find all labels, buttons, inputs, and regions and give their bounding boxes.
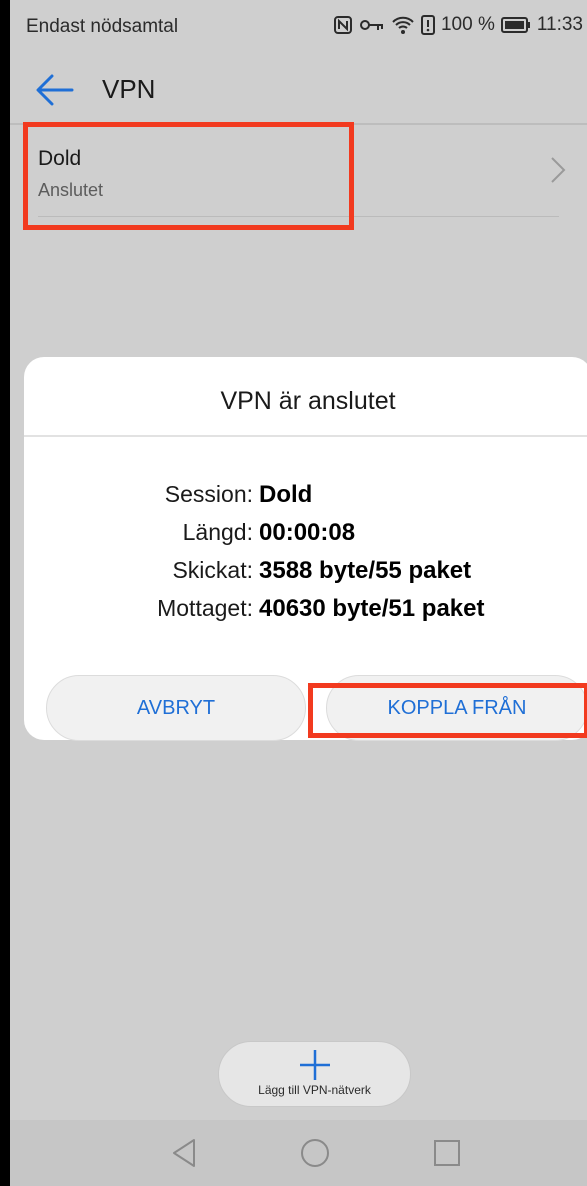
info-row-session: Session: Dold [24, 481, 587, 517]
sim-alert-icon [420, 15, 435, 35]
info-row-duration: Längd: 00:00:08 [24, 519, 587, 555]
vpn-key-icon [359, 20, 383, 30]
back-arrow-icon[interactable] [36, 72, 74, 108]
page-title: VPN [102, 74, 156, 104]
info-label: Mottaget: [157, 595, 253, 621]
nfc-icon [333, 16, 352, 34]
plus-icon [300, 1050, 330, 1080]
battery-icon [500, 17, 530, 33]
wifi-icon [392, 16, 414, 34]
highlight-box-vpn-item [23, 122, 354, 230]
info-row-sent: Skickat: 3588 byte/55 paket [24, 557, 587, 593]
dialog-divider [24, 435, 587, 437]
info-label: Skickat: [172, 557, 253, 583]
info-value: Dold [259, 481, 313, 508]
chevron-right-icon [551, 157, 566, 183]
phone-screen: Endast nödsamtal 100 % 11:33 VPN Dold An… [10, 0, 587, 1186]
navigation-bar [10, 1120, 587, 1186]
info-label: Längd: [182, 519, 253, 545]
clock: 11:33 [536, 14, 583, 35]
info-label: Session: [164, 481, 253, 507]
title-bar: VPN [10, 58, 587, 124]
nav-back-icon[interactable] [168, 1136, 202, 1170]
status-icons: 100 % 11:33 [333, 14, 583, 36]
dialog-title: VPN är anslutet [220, 387, 396, 415]
add-vpn-button[interactable]: Lägg till VPN-nätverk [218, 1041, 411, 1107]
highlight-box-disconnect [308, 683, 587, 738]
cancel-button[interactable]: AVBRYT [46, 675, 306, 741]
info-row-received: Mottaget: 40630 byte/51 paket [24, 595, 587, 631]
info-value: 3588 byte/55 paket [259, 557, 472, 584]
info-value: 00:00:08 [259, 519, 356, 546]
add-vpn-label: Lägg till VPN-nätverk [258, 1083, 371, 1097]
battery-percent: 100 % [440, 14, 495, 35]
status-bar: Endast nödsamtal 100 % 11:33 [10, 0, 587, 58]
nav-home-icon[interactable] [298, 1136, 332, 1170]
carrier-text: Endast nödsamtal [26, 16, 179, 37]
nav-recents-icon[interactable] [430, 1136, 464, 1170]
info-value: 40630 byte/51 paket [259, 595, 485, 622]
